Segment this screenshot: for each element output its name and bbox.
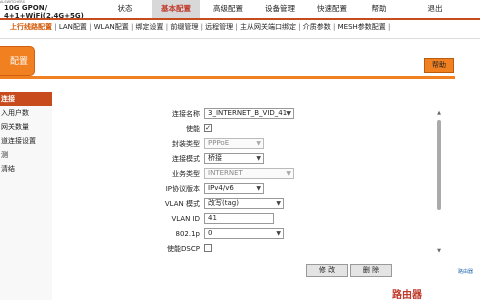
label-8021p: 802.1p [175,230,200,238]
conn-name-select[interactable]: 3_INTERNET_B_VID_41 ▼ [204,108,294,119]
sidebar-item-clear[interactable]: 清结 [0,162,52,176]
service-select[interactable]: INTERNET ▼ [204,168,294,179]
subnav-remote[interactable]: 远程管理 [205,23,233,31]
label-mode: 连接模式 [172,155,200,163]
enable-checkbox[interactable]: ✓ [204,124,212,132]
nav-status[interactable]: 状态 [110,0,140,18]
scroll-thumb[interactable] [437,120,441,210]
subnav-mesh[interactable]: MESH参数配置 [338,23,386,31]
nav-underline [0,18,480,20]
subnav-uplink[interactable]: 上行线路配置 [10,23,52,31]
encap-select[interactable]: PPPoE ▼ [204,138,264,149]
help-button[interactable]: 帮助 [424,58,454,73]
subnav-port-binding[interactable]: 主从网关端口绑定 [240,23,296,31]
sidebar-item-users[interactable]: 入用户数 [0,106,52,120]
subnav-wlan[interactable]: WLAN配置 [94,23,129,31]
form-scrollbar[interactable]: ▲ ▼ [436,110,442,254]
label-enable: 使能 [186,125,200,133]
chevron-down-icon: ▼ [256,140,261,147]
p8021-select[interactable]: 0 ▼ [204,228,284,239]
top-nav: 状态 基本配置 高级配置 设备管理 快速配置 帮助 退出 [102,0,480,18]
row-vlan-mode: VLAN 模式 改写(tag) ▼ [150,198,410,210]
row-conn-name: 连接名称 3_INTERNET_B_VID_41 ▼ [150,108,410,120]
encap-value: PPPoE [208,139,230,147]
label-ipver: IP协议版本 [165,185,200,193]
vlan-mode-select[interactable]: 改写(tag) ▼ [204,198,284,209]
watermark-side: 路由器 [458,269,474,275]
subnav-media[interactable]: 介质参数 [303,23,331,31]
mode-value: 桥接 [208,154,222,162]
p8021-value: 0 [208,229,213,237]
chevron-down-icon: ▼ [286,110,291,117]
nav-logout[interactable]: 退出 [420,0,450,18]
scroll-up-icon[interactable]: ▲ [436,110,442,116]
row-encap: 封装类型 PPPoE ▼ [150,138,410,150]
chevron-down-icon: ▼ [276,200,281,207]
nav-advanced-config[interactable]: 高级配置 [206,0,250,18]
vlan-id-input[interactable]: 41 [204,213,274,224]
mode-select[interactable]: 桥接 ▼ [204,153,264,164]
dscp-checkbox[interactable] [204,244,212,252]
label-service: 业务类型 [172,170,200,178]
vlan-mode-value: 改写(tag) [208,199,239,207]
row-mode: 连接模式 桥接 ▼ [150,153,410,165]
page-title-tab: 配置 [0,46,35,76]
sidebar-item-test[interactable]: 测 [0,148,52,162]
header-divider [0,38,480,39]
row-ipver: IP协议版本 IPv4/v6 ▼ [150,183,410,195]
nav-help[interactable]: 帮助 [364,0,394,18]
title-bar [0,76,455,79]
modify-button[interactable]: 修 改 [306,264,348,277]
label-encap: 封装类型 [172,140,200,148]
chevron-down-icon: ▼ [286,170,291,177]
row-vlan-id: VLAN ID 41 [150,213,410,225]
service-value: INTERNET [208,169,243,177]
row-service: 业务类型 INTERNET ▼ [150,168,410,180]
scroll-down-icon[interactable]: ▼ [436,248,442,254]
subnav-lan[interactable]: LAN配置 [59,23,87,31]
label-vlan-id: VLAN ID [171,215,200,223]
sidebar-item-gateway-count[interactable]: 网关数量 [0,120,52,134]
sub-nav: 上行线路配置 | LAN配置 | WLAN配置 | 绑定设置 | 前缀管理 | … [10,23,391,31]
delete-button[interactable]: 删 除 [350,264,392,277]
sidebar-item-connection[interactable]: 连接 [0,92,52,106]
sidebar: 连接 入用户数 网关数量 道连接设置 测 清结 [0,92,52,300]
ipver-select[interactable]: IPv4/v6 ▼ [204,183,264,194]
row-enable: 使能 ✓ [150,123,410,135]
sidebar-item-channel-settings[interactable]: 道连接设置 [0,134,52,148]
row-dscp: 使能DSCP [150,243,410,255]
subnav-binding[interactable]: 绑定设置 [136,23,164,31]
nav-quick-config[interactable]: 快速配置 [310,0,354,18]
row-8021p: 802.1p 0 ▼ [150,228,410,240]
nav-basic-config[interactable]: 基本配置 [152,0,200,18]
chevron-down-icon: ▼ [276,230,281,237]
nav-device-management[interactable]: 设备管理 [258,0,302,18]
label-conn-name: 连接名称 [172,110,200,118]
subnav-prefix[interactable]: 前缀管理 [170,23,198,31]
chevron-down-icon: ▼ [256,155,261,162]
label-dscp: 使能DSCP [167,245,200,253]
chevron-down-icon: ▼ [256,185,261,192]
ipver-value: IPv4/v6 [208,184,234,192]
conn-name-value: 3_INTERNET_B_VID_41 [208,109,288,117]
watermark: 路由器 [392,290,422,301]
label-vlan-mode: VLAN 模式 [164,200,200,208]
model-line-1: 10G GPON/ [4,4,48,12]
